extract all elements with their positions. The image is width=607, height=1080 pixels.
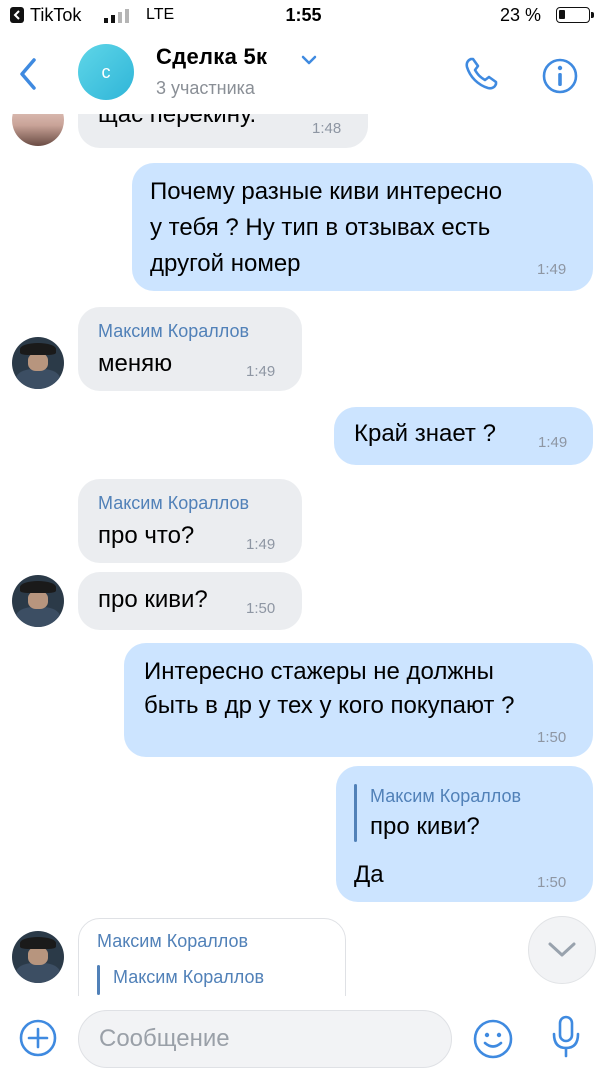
chat-header: с Сделка 5к 3 участника bbox=[0, 32, 607, 114]
message-text: Край знает ? bbox=[354, 420, 496, 447]
message-text: про киви? bbox=[98, 586, 208, 613]
message-text: щас перекину. bbox=[98, 114, 257, 128]
message-bubble-outgoing[interactable]: Максим Кораллов про киви? Да 1:50 bbox=[336, 766, 593, 902]
info-icon[interactable] bbox=[541, 57, 579, 95]
message-text-line: Почему разные киви интересно bbox=[150, 178, 503, 205]
back-icon[interactable] bbox=[18, 58, 38, 90]
smile-icon[interactable] bbox=[472, 1018, 514, 1060]
message-text: Да bbox=[354, 861, 384, 888]
message-time: 1:49 bbox=[538, 434, 568, 451]
scroll-down-icon bbox=[548, 942, 576, 957]
battery-fill bbox=[559, 10, 565, 19]
sender-avatar[interactable] bbox=[12, 575, 64, 627]
sender-name[interactable]: Максим Кораллов bbox=[98, 321, 249, 342]
message-bubble-incoming[interactable]: Максим Кораллов меняю 1:49 bbox=[78, 307, 302, 391]
message-time: 1:50 bbox=[537, 874, 567, 891]
chevron-down-icon[interactable] bbox=[300, 54, 318, 66]
message-time: 1:49 bbox=[246, 536, 276, 553]
message-bubble-outgoing[interactable]: Почему разные киви интересно у тебя ? Ну… bbox=[132, 163, 593, 291]
message-input[interactable]: Сообщение bbox=[78, 1010, 452, 1068]
chat-avatar-letter: с bbox=[101, 61, 111, 82]
message-bubble-incoming[interactable]: Максим Кораллов Максим Кораллов bbox=[78, 918, 346, 996]
message-composer: Сообщение bbox=[0, 996, 607, 1080]
phone-icon[interactable] bbox=[462, 55, 500, 93]
sender-name[interactable]: Максим Кораллов bbox=[97, 931, 248, 952]
quoted-text: про киви? bbox=[370, 813, 480, 840]
reply-quote-bar bbox=[97, 965, 100, 995]
quoted-sender-name[interactable]: Максим Кораллов bbox=[113, 967, 264, 988]
message-text: про что? bbox=[98, 522, 195, 549]
message-bubble-outgoing[interactable]: Интересно стажеры не должны быть в др у … bbox=[124, 643, 593, 757]
plus-icon[interactable] bbox=[18, 1018, 58, 1058]
message-text-line: Интересно стажеры не должны bbox=[144, 658, 494, 685]
message-time: 1:50 bbox=[246, 600, 276, 617]
message-bubble-incoming[interactable]: про киви? 1:50 bbox=[78, 572, 302, 630]
mic-icon[interactable] bbox=[550, 1014, 582, 1060]
message-time: 1:49 bbox=[537, 261, 567, 278]
message-bubble-incoming[interactable]: Максим Кораллов про что? 1:49 bbox=[78, 479, 302, 563]
message-text-line: у тебя ? Ну тип в отзывах есть bbox=[150, 214, 491, 241]
message-list[interactable]: щас перекину. 1:48 Почему разные киви ин… bbox=[0, 114, 607, 996]
message-bubble-outgoing[interactable]: Край знает ? 1:49 bbox=[334, 407, 593, 465]
message-text-line: другой номер bbox=[150, 250, 301, 277]
message-time: 1:50 bbox=[537, 729, 567, 746]
message-time: 1:49 bbox=[246, 363, 276, 380]
scroll-down-button[interactable] bbox=[528, 916, 596, 984]
reply-quote-bar bbox=[354, 784, 357, 842]
message-time: 1:48 bbox=[312, 120, 342, 137]
chat-title[interactable]: Сделка 5к bbox=[156, 44, 267, 70]
sender-avatar[interactable] bbox=[12, 931, 64, 983]
status-bar: TikTok LTE 1:55 23 % bbox=[0, 0, 607, 32]
sender-name[interactable]: Максим Кораллов bbox=[98, 493, 249, 514]
sender-avatar[interactable] bbox=[12, 114, 64, 146]
chat-avatar[interactable]: с bbox=[78, 44, 134, 100]
quoted-sender-name[interactable]: Максим Кораллов bbox=[370, 786, 521, 807]
chat-participants: 3 участника bbox=[156, 78, 255, 98]
message-text-line: быть в др у тех у кого покупают ? bbox=[144, 692, 515, 719]
message-input-placeholder: Сообщение bbox=[99, 1025, 230, 1052]
message-bubble-incoming[interactable]: щас перекину. 1:48 bbox=[78, 114, 368, 148]
sender-avatar[interactable] bbox=[12, 337, 64, 389]
message-text: меняю bbox=[98, 350, 173, 377]
battery-icon bbox=[556, 7, 594, 23]
battery-percent: 23 % bbox=[500, 5, 542, 25]
